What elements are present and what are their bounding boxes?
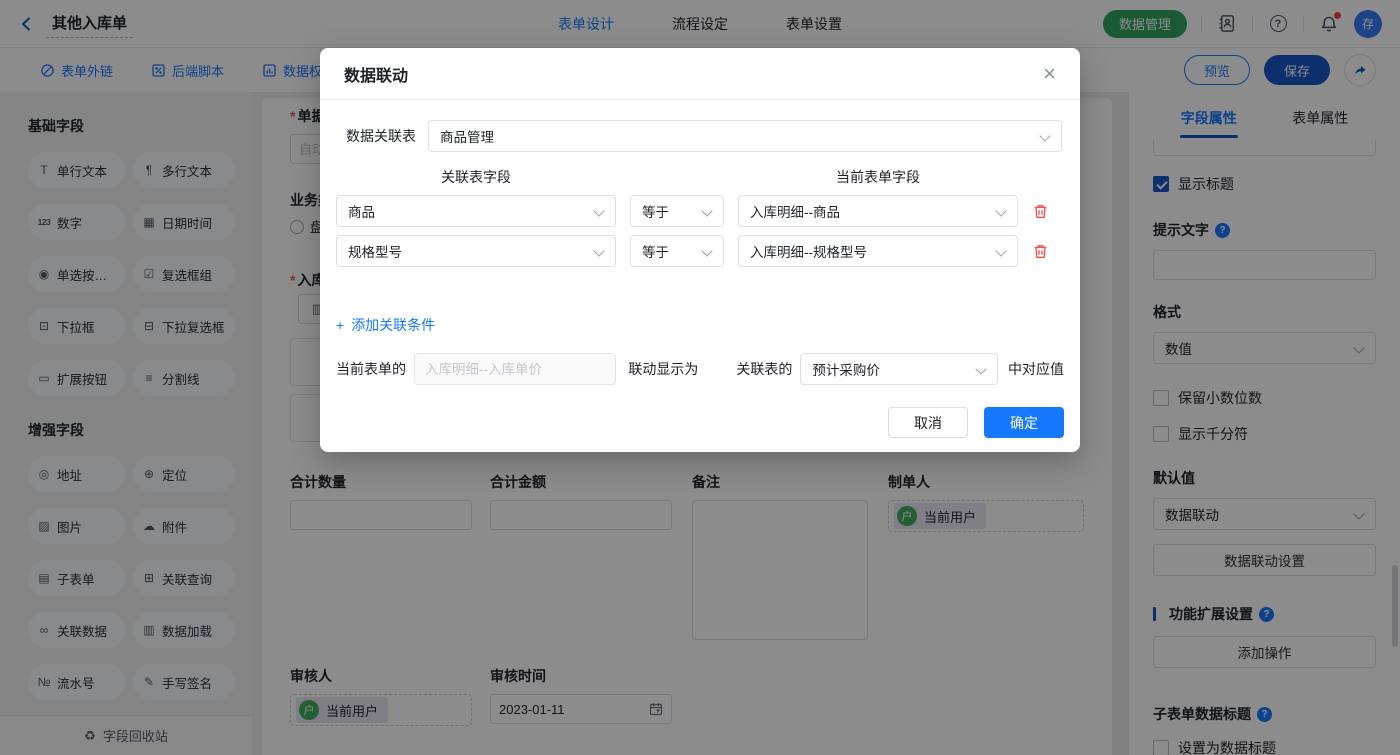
confirm-button[interactable]: 确定	[984, 407, 1064, 438]
modal-title: 数据联动	[344, 67, 409, 85]
close-icon[interactable]: ×	[1043, 62, 1056, 85]
delete-condition-trash-icon[interactable]	[1032, 203, 1049, 220]
data-linkage-modal: 数据联动 × 数据关联表 商品管理 关联表字段 当前表单字段 商品 等于 入库明…	[320, 48, 1080, 452]
corresponding-value-label: 中对应值	[1008, 361, 1064, 377]
add-condition-link[interactable]: + 添加关联条件	[336, 315, 435, 335]
relation-field-select[interactable]: 预计采购价	[800, 353, 998, 385]
relation-of-label: 关联表的	[736, 361, 793, 377]
condition-left-select[interactable]: 商品	[336, 195, 616, 227]
current-field-input	[414, 353, 617, 385]
relation-table-label: 数据关联表	[346, 128, 416, 144]
delete-condition-trash-icon[interactable]	[1032, 243, 1049, 260]
plus-icon: +	[336, 317, 345, 333]
relation-table-select[interactable]: 商品管理	[428, 120, 1062, 152]
condition-operator-select[interactable]: 等于	[630, 235, 724, 267]
current-form-field-column-header: 当前表单字段	[836, 169, 920, 185]
relation-field-column-header: 关联表字段	[441, 169, 511, 185]
condition-row: 商品 等于 入库明细--商品	[320, 195, 1080, 227]
condition-row: 规格型号 等于 入库明细--规格型号	[320, 235, 1080, 267]
current-form-label: 当前表单的	[336, 361, 406, 377]
condition-operator-select[interactable]: 等于	[630, 195, 724, 227]
cancel-button[interactable]: 取消	[888, 407, 968, 438]
display-as-label: 联动显示为	[628, 361, 699, 377]
condition-right-select[interactable]: 入库明细--规格型号	[738, 235, 1018, 267]
condition-right-select[interactable]: 入库明细--商品	[738, 195, 1018, 227]
condition-left-select[interactable]: 规格型号	[336, 235, 616, 267]
